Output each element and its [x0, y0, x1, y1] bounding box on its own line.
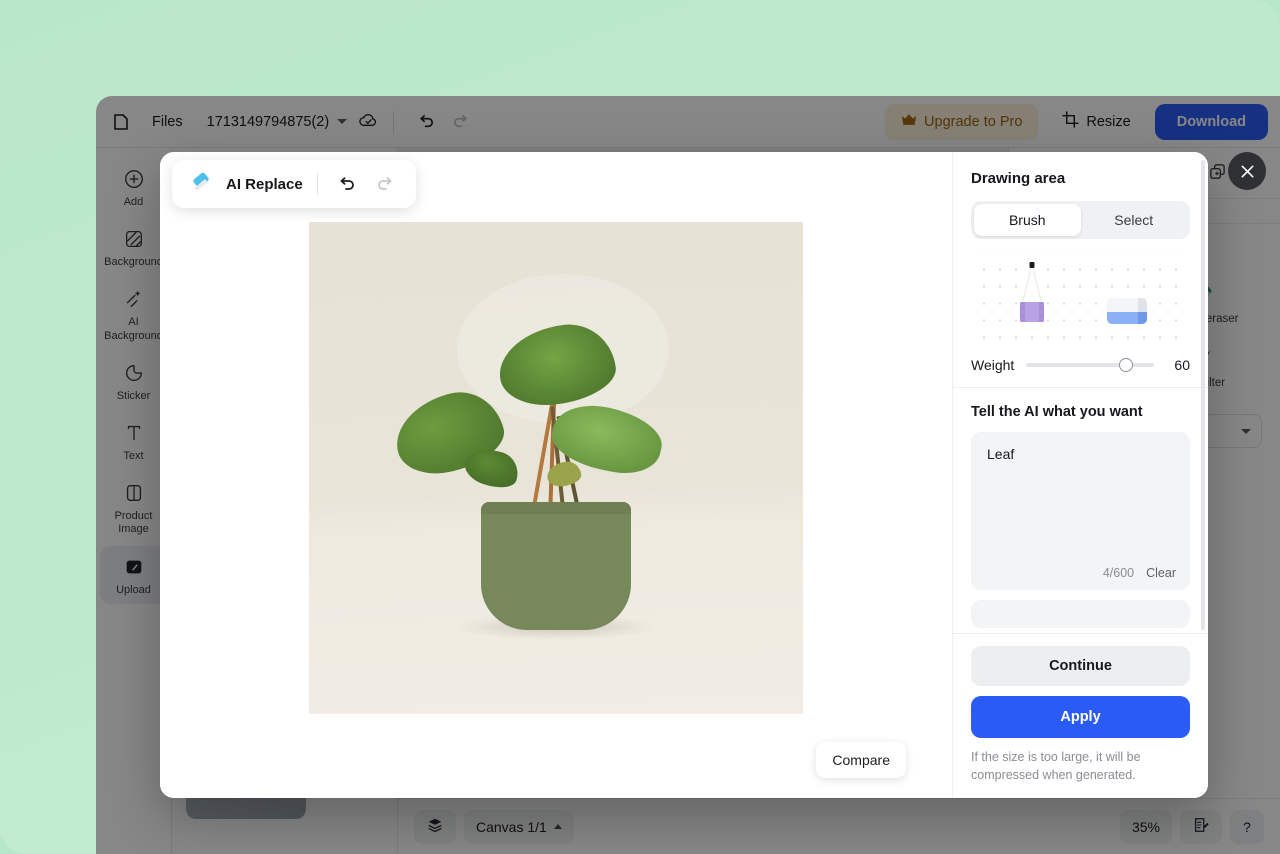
crop-icon — [1062, 111, 1080, 132]
chevron-down-icon — [1241, 428, 1251, 434]
plus-circle-icon — [123, 167, 145, 191]
close-modal-button[interactable] — [1228, 152, 1266, 190]
weight-label: Weight — [971, 357, 1015, 373]
sidebar-label-upload: Upload — [116, 583, 151, 596]
tab-select[interactable]: Select — [1081, 204, 1188, 236]
help-button[interactable]: ? — [1230, 809, 1264, 844]
sidebar-label-text: Text — [123, 449, 144, 462]
ai-replace-toolbar: AI Replace — [172, 160, 416, 208]
compare-button[interactable]: Compare — [816, 742, 906, 778]
file-name-dropdown[interactable]: 1713149794875(2) — [207, 114, 348, 130]
resize-button[interactable]: Resize — [1048, 102, 1144, 141]
brush-eraser-preview — [971, 253, 1190, 339]
resize-label: Resize — [1086, 113, 1131, 130]
drawing-area-title: Drawing area — [971, 170, 1066, 187]
text-icon — [123, 421, 145, 445]
plant-pot — [481, 502, 631, 630]
sidebar-item-product-image[interactable]: Product Image — [100, 472, 168, 543]
duplicate-icon[interactable] — [1208, 162, 1227, 186]
zoom-level-button[interactable]: 35% — [1119, 809, 1172, 844]
apply-button[interactable]: Apply — [971, 695, 1190, 738]
product-image-icon — [123, 481, 145, 505]
crown-icon — [901, 113, 917, 131]
upload-icon — [123, 555, 145, 579]
sidebar-label-sticker: Sticker — [116, 389, 151, 402]
modal-canvas-side: AI Replace Compare — [160, 152, 952, 798]
sidebar-item-ai-background[interactable]: AI Background — [100, 278, 168, 349]
sidebar-label-add: Add — [123, 196, 144, 208]
ai-replace-modal: AI Replace Compare Drawing area Brush Se… — [160, 152, 1208, 798]
clear-prompt-button[interactable]: Clear — [1146, 566, 1176, 580]
edited-image[interactable] — [309, 222, 803, 714]
prompt-value: Leaf — [987, 446, 1015, 462]
sidebar-label-product-image: Product Image — [114, 510, 153, 536]
top-toolbar: Files 1713149794875(2) Upgrade to Pro Re… — [96, 96, 1280, 148]
ai-replace-label: AI Replace — [226, 175, 303, 193]
upgrade-label: Upgrade to Pro — [924, 113, 1023, 130]
prompt-input[interactable]: Leaf 4/600 Clear — [971, 432, 1190, 590]
upgrade-to-pro-button[interactable]: Upgrade to Pro — [885, 103, 1039, 140]
background-icon — [123, 227, 145, 251]
sidebar-item-upload[interactable]: Upload — [99, 545, 168, 604]
toolbar-divider — [393, 110, 395, 133]
redo-icon[interactable] — [446, 107, 476, 137]
weight-slider[interactable] — [1026, 358, 1154, 372]
mode-segmented-control: Brush Select — [971, 201, 1190, 239]
modal-settings-scroll: Drawing area Brush Select Weight 60 Tell… — [953, 152, 1208, 633]
undo-icon[interactable] — [410, 107, 440, 137]
sticker-icon — [123, 361, 145, 385]
ai-background-icon — [123, 287, 145, 311]
app-logo-icon[interactable] — [108, 109, 134, 135]
eraser-icon[interactable] — [1102, 284, 1152, 335]
weight-slider-thumb[interactable] — [1118, 358, 1133, 372]
weight-slider-row: Weight 60 — [971, 357, 1190, 373]
canvas-label: Canvas 1/1 — [476, 818, 547, 835]
download-button[interactable]: Download — [1154, 103, 1268, 140]
weight-value: 60 — [1174, 357, 1190, 373]
menu-files[interactable]: Files — [142, 108, 193, 136]
chevron-down-icon — [337, 119, 348, 124]
cloud-check-icon[interactable] — [353, 107, 383, 137]
sidebar-label-background: Background — [104, 256, 163, 269]
notes-edit-icon — [1192, 816, 1210, 837]
close-icon — [1241, 165, 1253, 177]
redo-icon[interactable] — [372, 170, 400, 198]
modal-footer: Continue Apply If the size is too large,… — [953, 632, 1208, 798]
prompt-footer: 4/600 Clear — [1103, 566, 1176, 580]
notes-edit-button[interactable] — [1180, 809, 1222, 844]
layers-button[interactable] — [414, 809, 456, 844]
footer-note: If the size is too large, it will be com… — [971, 749, 1141, 782]
panel-divider — [953, 387, 1208, 388]
ai-replace-eraser-icon — [188, 169, 214, 200]
sidebar-item-sticker[interactable]: Sticker — [100, 352, 168, 410]
pill-divider — [316, 173, 318, 195]
modal-settings-panel: Drawing area Brush Select Weight 60 Tell… — [952, 152, 1208, 798]
canvas-selector[interactable]: Canvas 1/1 — [464, 809, 574, 844]
secondary-option-box[interactable] — [971, 600, 1190, 628]
sidebar-label-ai-background: AI Background — [104, 316, 163, 342]
settings-scrollbar[interactable] — [1201, 160, 1205, 630]
prompt-title: Tell the AI what you want — [971, 404, 1143, 420]
continue-button[interactable]: Continue — [971, 645, 1190, 686]
char-counter: 4/600 — [1102, 566, 1135, 580]
tab-brush[interactable]: Brush — [974, 204, 1081, 236]
sidebar-item-background[interactable]: Background — [100, 218, 168, 276]
layers-icon — [426, 816, 444, 837]
undo-icon[interactable] — [332, 170, 360, 198]
sidebar-item-add[interactable]: Add — [100, 158, 168, 216]
image-stage[interactable] — [160, 210, 952, 726]
chevron-up-icon — [553, 824, 562, 829]
file-name-label: 1713149794875(2) — [206, 113, 330, 130]
bottom-bar: Canvas 1/1 35% ? — [398, 798, 1280, 854]
pencil-icon[interactable] — [1009, 258, 1055, 335]
sidebar-item-text[interactable]: Text — [100, 412, 168, 470]
